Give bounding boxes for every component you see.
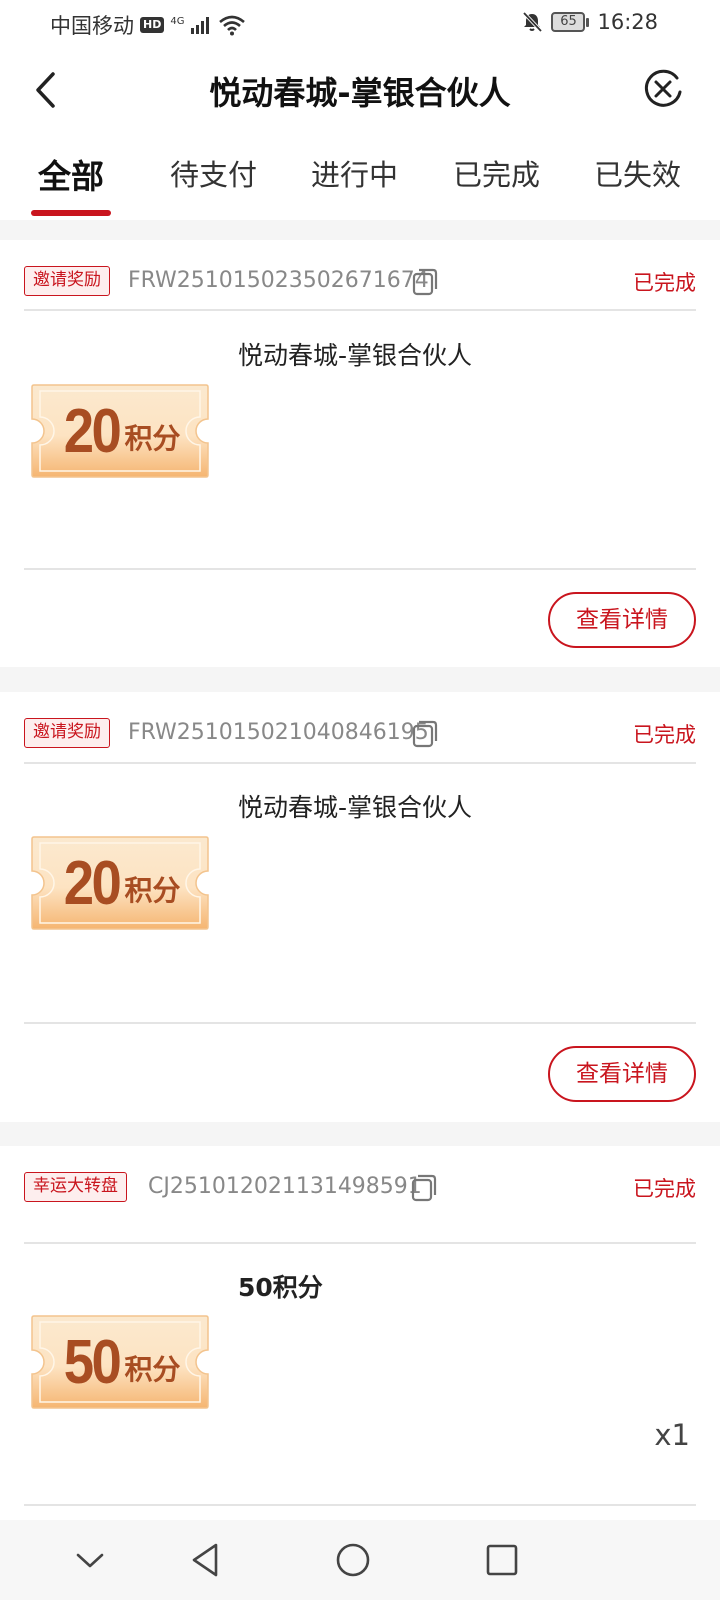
coupon-unit: 积分 — [124, 874, 181, 907]
tab-pending-payment[interactable]: 待支付 — [170, 152, 257, 194]
order-number: FRW251015023502671674 — [128, 268, 429, 293]
view-details-button[interactable]: 查看详情 — [548, 592, 696, 648]
close-circle-icon — [644, 69, 682, 107]
points-coupon-image: 20 积分 — [30, 835, 210, 931]
status-left: 中国移动 HD 4G — [50, 10, 246, 40]
points-coupon-image: 20 积分 — [30, 383, 210, 479]
close-button[interactable] — [640, 66, 686, 112]
copy-icon[interactable] — [411, 719, 439, 749]
order-number: CJ251012021131498591 — [148, 1174, 422, 1199]
copy-icon[interactable] — [410, 1173, 438, 1203]
nav-bar: 悦动春城-掌银合伙人 — [0, 50, 720, 130]
tab-expired[interactable]: 已失效 — [594, 152, 681, 194]
order-card: 邀请奖励 FRW251015021040846195 已完成 悦动春城-掌银合伙… — [0, 692, 720, 1122]
collapse-chevron-down-icon[interactable] — [70, 1540, 110, 1580]
coupon-value: 20 — [63, 396, 121, 466]
order-type-tag: 幸运大转盘 — [24, 1172, 127, 1202]
coupon-value: 20 — [63, 848, 121, 918]
divider — [24, 1504, 696, 1506]
hd-badge: HD — [140, 17, 165, 33]
home-circle-icon[interactable] — [333, 1540, 373, 1580]
order-status: 已完成 — [633, 723, 696, 747]
product-name: 50积分 — [238, 1273, 323, 1302]
battery-level: 65 — [551, 12, 586, 32]
coupon-unit: 积分 — [124, 1353, 181, 1386]
tab-in-progress[interactable]: 进行中 — [311, 152, 398, 194]
signal-icon — [191, 17, 210, 34]
network-type-label: 4G — [170, 16, 185, 27]
divider — [24, 1022, 696, 1024]
recent-apps-square-icon[interactable] — [482, 1540, 522, 1580]
order-tabs: 全部 待支付 进行中 已完成 已失效 — [0, 130, 720, 220]
system-nav-bar — [0, 1520, 720, 1600]
points-coupon-image: 50 积分 — [30, 1314, 210, 1410]
product-name: 悦动春城-掌银合伙人 — [238, 341, 473, 370]
carrier-label: 中国移动 — [50, 14, 134, 38]
order-card: 邀请奖励 FRW251015023502671674 已完成 悦动春城-掌银合伙… — [0, 240, 720, 667]
divider — [24, 1242, 696, 1244]
order-status: 已完成 — [633, 271, 696, 295]
product-name: 悦动春城-掌银合伙人 — [238, 793, 473, 822]
status-right: 65 16:28 — [521, 10, 658, 34]
copy-icon[interactable] — [411, 267, 439, 297]
coupon-unit: 积分 — [124, 422, 181, 455]
coupon-value: 50 — [63, 1327, 121, 1397]
divider — [24, 762, 696, 764]
page-title: 悦动春城-掌银合伙人 — [209, 74, 511, 112]
view-details-button[interactable]: 查看详情 — [548, 1046, 696, 1102]
divider — [24, 309, 696, 311]
order-card: 幸运大转盘 CJ251012021131498591 已完成 50积分 50 积… — [0, 1146, 720, 1520]
status-bar: 中国移动 HD 4G 65 16:28 — [0, 0, 720, 50]
battery-icon: 65 — [551, 12, 590, 32]
wifi-icon — [219, 15, 246, 36]
order-number: FRW251015021040846195 — [128, 720, 429, 745]
tab-all[interactable]: 全部 — [38, 150, 104, 198]
tab-completed[interactable]: 已完成 — [453, 152, 540, 194]
quantity-label: x1 — [654, 1418, 690, 1452]
order-status: 已完成 — [633, 1177, 696, 1201]
back-triangle-icon[interactable] — [186, 1540, 226, 1580]
order-type-tag: 邀请奖励 — [24, 266, 110, 296]
clock: 16:28 — [597, 10, 658, 34]
order-type-tag: 邀请奖励 — [24, 718, 110, 748]
bell-muted-icon — [523, 11, 543, 33]
tab-active-indicator — [31, 210, 111, 216]
divider — [24, 568, 696, 570]
